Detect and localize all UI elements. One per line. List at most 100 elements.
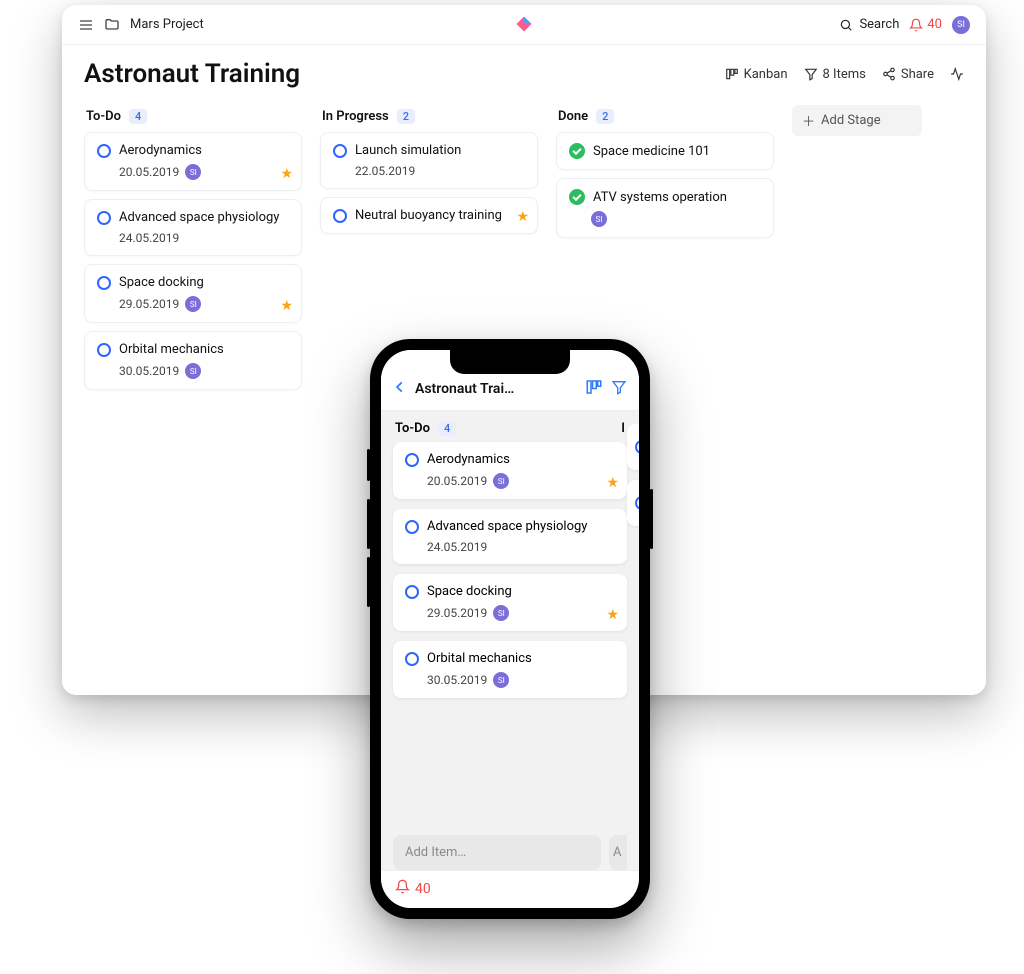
column-count: 4	[129, 109, 147, 124]
mobile-page-title[interactable]: Astronaut Trai…	[415, 381, 577, 397]
share-label: Share	[901, 67, 934, 82]
filter-items-button[interactable]: 8 Items	[804, 67, 866, 82]
notifications-button[interactable]: 40	[909, 17, 942, 32]
card-title: Aerodynamics	[427, 452, 510, 467]
add-stage-button[interactable]: ＋ Add Stage	[792, 105, 922, 136]
status-done-icon[interactable]	[569, 189, 585, 205]
card-title: Advanced space physiology	[427, 519, 587, 534]
mobile-column-header: To-Do 4 I	[381, 411, 639, 442]
kanban-card[interactable]: Space medicine 101	[556, 132, 774, 170]
status-open-icon[interactable]	[333, 209, 347, 223]
back-icon[interactable]	[393, 380, 407, 398]
card-title: Neutral buoyancy training	[355, 208, 502, 223]
mobile-footer: 40	[381, 870, 639, 908]
view-kanban-button[interactable]: Kanban	[725, 67, 788, 82]
status-open-icon[interactable]	[405, 520, 419, 534]
assignee-avatar[interactable]: SI	[185, 164, 201, 180]
column-header[interactable]: In Progress 2	[320, 105, 538, 132]
column-header[interactable]: Done 2	[556, 105, 774, 132]
user-avatar[interactable]: SI	[952, 16, 970, 34]
column-name: Done	[558, 109, 588, 124]
page-tools: Kanban 8 Items Share	[725, 67, 964, 82]
star-icon[interactable]: ★	[606, 475, 619, 491]
folder-icon	[104, 17, 120, 33]
kanban-card[interactable]: Neutral buoyancy training ★	[320, 197, 538, 234]
search-label: Search	[859, 17, 899, 32]
card-title: Advanced space physiology	[119, 210, 279, 225]
bell-icon[interactable]	[395, 879, 410, 898]
assignee-avatar[interactable]: SI	[185, 296, 201, 312]
kanban-column: To-Do 4 Aerodynamics 20.05.2019 SI ★ Adv…	[84, 105, 302, 398]
share-button[interactable]: Share	[882, 67, 934, 82]
kanban-card[interactable]: Advanced space physiology 24.05.2019	[84, 199, 302, 256]
kanban-column: In Progress 2 Launch simulation 22.05.20…	[320, 105, 538, 242]
menu-icon[interactable]	[78, 17, 94, 33]
assignee-avatar[interactable]: SI	[493, 672, 509, 688]
mobile-bottom-bar: Add Item… A	[381, 825, 639, 870]
card-title: Orbital mechanics	[119, 342, 224, 357]
card-title: ATV systems operation	[593, 190, 727, 205]
status-open-icon[interactable]	[97, 343, 111, 357]
app-logo-icon[interactable]	[515, 15, 533, 37]
card-date: 30.05.2019	[119, 364, 179, 378]
mobile-card[interactable]: Space docking 29.05.2019 SI ★	[393, 574, 627, 631]
add-item-peek: A	[609, 835, 627, 870]
status-open-icon[interactable]	[97, 276, 111, 290]
phone-notch	[450, 350, 570, 374]
card-title: Orbital mechanics	[427, 651, 532, 666]
card-title: Aerodynamics	[119, 143, 202, 158]
kanban-card[interactable]: Space docking 29.05.2019 SI ★	[84, 264, 302, 323]
mobile-notification-count[interactable]: 40	[415, 881, 431, 897]
mobile-card[interactable]: Advanced space physiology 24.05.2019	[393, 509, 627, 564]
card-title: Launch simulation	[355, 143, 461, 158]
mobile-card[interactable]: Aerodynamics 20.05.2019 SI ★	[393, 442, 627, 499]
top-bar: Mars Project Search 40 SI	[62, 5, 986, 45]
kanban-card[interactable]: Orbital mechanics 30.05.2019 SI	[84, 331, 302, 390]
status-open-icon[interactable]	[405, 652, 419, 666]
column-name: In Progress	[322, 109, 389, 124]
status-open-icon[interactable]	[405, 585, 419, 599]
plus-icon: ＋	[802, 111, 815, 130]
page-title: Astronaut Training	[84, 59, 300, 89]
next-column-initial: I	[621, 421, 625, 436]
breadcrumb-folder[interactable]: Mars Project	[130, 17, 204, 32]
star-icon[interactable]: ★	[280, 166, 293, 182]
card-date: 29.05.2019	[427, 606, 487, 620]
kanban-column: Done 2 Space medicine 101 ATV systems op…	[556, 105, 774, 246]
kanban-card[interactable]: Aerodynamics 20.05.2019 SI ★	[84, 132, 302, 191]
status-done-icon[interactable]	[569, 143, 585, 159]
mobile-column-count: 4	[438, 421, 456, 436]
notification-count: 40	[927, 17, 942, 32]
assignee-avatar[interactable]: SI	[493, 605, 509, 621]
kanban-view-icon[interactable]	[585, 378, 603, 400]
mobile-column-name: To-Do	[395, 421, 430, 436]
page-header: Astronaut Training Kanban 8 Items Share	[62, 45, 986, 99]
kanban-card[interactable]: Launch simulation 22.05.2019	[320, 132, 538, 189]
add-item-input[interactable]: Add Item…	[393, 835, 601, 870]
assignee-avatar[interactable]: SI	[185, 363, 201, 379]
kanban-card[interactable]: ATV systems operation SI	[556, 178, 774, 238]
star-icon[interactable]: ★	[280, 298, 293, 314]
status-open-icon[interactable]	[333, 144, 347, 158]
star-icon[interactable]: ★	[606, 607, 619, 623]
activity-icon[interactable]	[950, 67, 964, 81]
column-count: 2	[596, 109, 614, 124]
assignee-avatar[interactable]: SI	[591, 211, 607, 227]
status-open-icon[interactable]	[97, 144, 111, 158]
card-title: Space medicine 101	[593, 144, 710, 159]
phone-screen: Astronaut Trai… To-Do 4 I Aerodynamics 2…	[381, 350, 639, 908]
add-stage-label: Add Stage	[821, 113, 881, 128]
column-header[interactable]: To-Do 4	[84, 105, 302, 132]
assignee-avatar[interactable]: SI	[493, 473, 509, 489]
search-button[interactable]: Search	[839, 17, 899, 32]
next-column-peek[interactable]	[627, 424, 639, 526]
card-date: 29.05.2019	[119, 297, 179, 311]
status-open-icon[interactable]	[405, 453, 419, 467]
star-icon[interactable]: ★	[516, 209, 529, 225]
filter-icon[interactable]	[611, 379, 627, 399]
card-date: 20.05.2019	[427, 474, 487, 488]
mobile-card-list[interactable]: Aerodynamics 20.05.2019 SI ★ Advanced sp…	[381, 442, 639, 708]
status-open-icon[interactable]	[97, 211, 111, 225]
mobile-card[interactable]: Orbital mechanics 30.05.2019 SI	[393, 641, 627, 698]
card-title: Space docking	[427, 584, 512, 599]
